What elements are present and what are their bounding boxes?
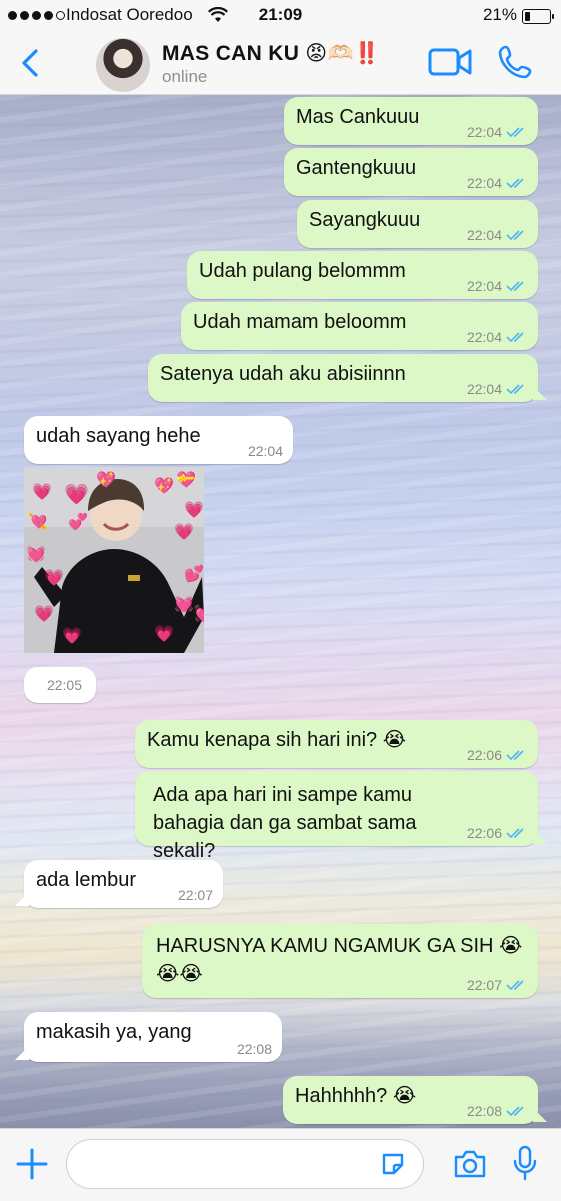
message-text: Kamu kenapa sih hari ini? 😭: [147, 729, 407, 751]
message-time: 22:07: [177, 887, 213, 903]
read-receipt-icon: [506, 1106, 524, 1117]
back-chevron-icon[interactable]: [14, 46, 48, 80]
message-text: Hahhhhh? 😭: [295, 1085, 417, 1107]
message-input-bar: [0, 1128, 561, 1201]
message-time: 22:04: [466, 227, 502, 243]
microphone-button[interactable]: [512, 1145, 538, 1181]
message-text: Gantengkuuu: [296, 157, 417, 179]
message-bubble-outgoing[interactable]: Satenya udah aku abisiinnn 22:04: [148, 354, 538, 402]
message-time: 22:04: [466, 329, 502, 345]
message-time: 22:05: [46, 677, 82, 693]
message-bubble-outgoing[interactable]: Ada apa hari ini sampe kamu bahagia dan …: [135, 771, 538, 862]
read-receipt-icon: [506, 384, 524, 395]
video-call-button[interactable]: [428, 46, 472, 78]
chat-area[interactable]: Mas Cankuuu 22:04 Gantengkuuu 22:04 Saya…: [0, 95, 561, 1128]
message-time: 22:04: [466, 175, 502, 191]
message-bubble-outgoing[interactable]: Gantengkuuu 22:04: [284, 148, 538, 196]
message-bubble-outgoing[interactable]: Udah mamam beloomm 22:04: [181, 302, 538, 350]
message-time: 22:07: [466, 977, 502, 993]
message-text: ada lembur: [36, 869, 137, 891]
message-input[interactable]: [66, 1139, 424, 1189]
message-text: Sayangkuuu: [309, 209, 421, 231]
voice-call-button[interactable]: [497, 44, 533, 80]
read-receipt-icon: [506, 178, 524, 189]
message-bubble-outgoing[interactable]: Mas Cankuuu 22:04: [284, 97, 538, 145]
sticker-button[interactable]: [380, 1151, 406, 1177]
read-receipt-icon: [506, 281, 524, 292]
attach-plus-button[interactable]: [14, 1146, 50, 1182]
image-message[interactable]: 💗 💗 💖 💖 💝 💘 💞 💗 💓 💗 💗 💕 💗 💓 💗 💗 💓: [24, 467, 204, 653]
read-receipt-icon: [506, 127, 524, 138]
message-time: 22:08: [236, 1041, 272, 1057]
read-receipt-icon: [506, 828, 524, 839]
read-receipt-icon: [506, 980, 524, 991]
message-text: Udah mamam beloomm: [193, 311, 407, 333]
camera-button[interactable]: [453, 1149, 487, 1179]
contact-status: online: [162, 67, 208, 86]
message-time: 22:04: [466, 124, 502, 140]
contact-avatar[interactable]: [96, 38, 150, 92]
message-text: Mas Cankuuu: [296, 106, 420, 128]
battery-percent: 21%: [482, 5, 517, 24]
message-time: 22:06: [466, 825, 502, 841]
clock: 21:09: [258, 5, 303, 24]
message-bubble-outgoing[interactable]: HARUSNYA KAMU NGAMUK GA SIH 😭😭😭 22:07: [142, 924, 538, 998]
message-time: 22:04: [466, 278, 502, 294]
message-text: Satenya udah aku abisiinnn: [160, 363, 406, 385]
message-bubble-incoming[interactable]: ada lembur 22:07: [24, 860, 223, 908]
message-bubble-outgoing[interactable]: Sayangkuuu 22:04: [297, 200, 538, 248]
message-text: udah sayang hehe: [36, 425, 201, 447]
message-bubble-outgoing[interactable]: Udah pulang belommm 22:04: [187, 251, 538, 299]
message-text: Ada apa hari ini sampe kamu bahagia dan …: [153, 784, 417, 862]
status-bar: Indosat Ooredoo 21:09 21%: [0, 0, 561, 32]
message-bubble-incoming[interactable]: udah sayang hehe 22:04: [24, 416, 293, 464]
image-timestamp-bubble: 22:05: [24, 667, 96, 703]
message-time: 22:08: [466, 1103, 502, 1119]
message-bubble-outgoing[interactable]: Kamu kenapa sih hari ini? 😭 22:06: [135, 720, 538, 768]
read-receipt-icon: [506, 230, 524, 241]
message-bubble-incoming[interactable]: makasih ya, yang 22:08: [24, 1012, 282, 1062]
chat-header: MAS CAN KU 😡🫶🏻‼️ online: [0, 32, 561, 95]
message-time: 22:06: [466, 747, 502, 763]
message-bubble-outgoing[interactable]: Hahhhhh? 😭 22:08: [283, 1076, 538, 1124]
read-receipt-icon: [506, 332, 524, 343]
message-text: makasih ya, yang: [36, 1021, 192, 1043]
message-text: Udah pulang belommm: [199, 260, 406, 282]
message-time: 22:04: [247, 443, 283, 459]
contact-name[interactable]: MAS CAN KU 😡🫶🏻‼️: [162, 41, 380, 66]
battery-icon: [522, 9, 554, 24]
read-receipt-icon: [506, 750, 524, 761]
message-time: 22:04: [466, 381, 502, 397]
